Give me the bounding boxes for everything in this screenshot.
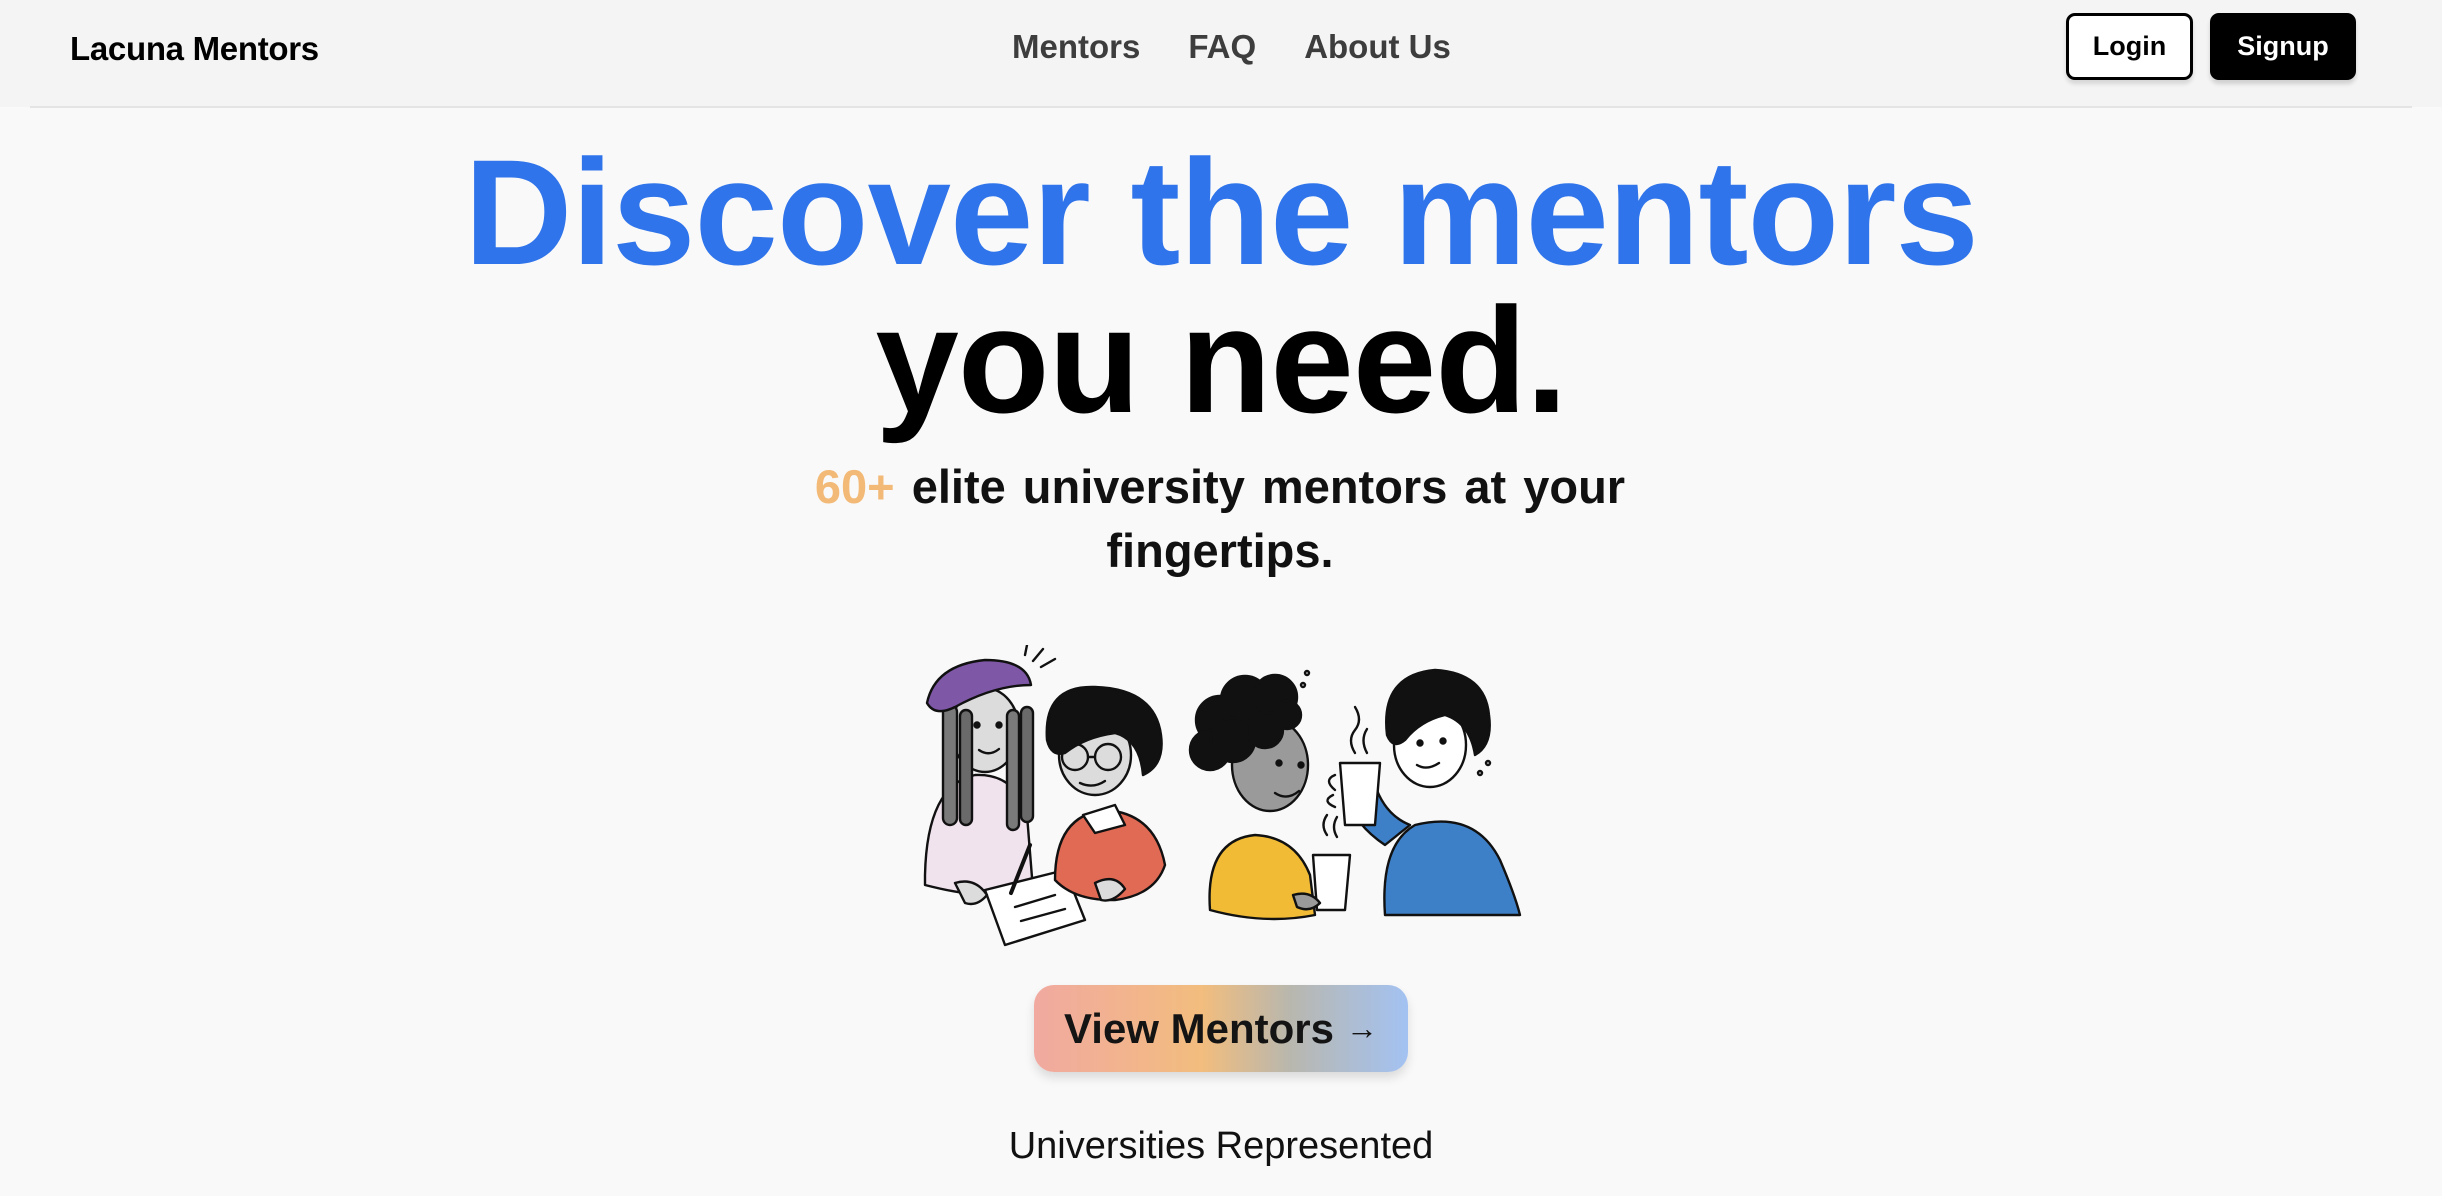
view-mentors-label: View Mentors	[1064, 1004, 1334, 1052]
nav-divider	[30, 106, 2412, 108]
login-button[interactable]: Login	[2066, 13, 2193, 80]
hero-subtitle-text: elite university mentors at your fingert…	[911, 460, 1626, 577]
arrow-right-icon: →	[1345, 1010, 1378, 1046]
universities-heading: Universities Represented	[1008, 1125, 1434, 1167]
hero-headline-line2: you need.	[875, 276, 1567, 444]
nav-link-mentors[interactable]: Mentors	[1012, 28, 1140, 66]
hero-subtitle: 60+ elite university mentors at your fin…	[760, 455, 1680, 583]
people-illustration	[923, 645, 1522, 947]
view-mentors-button[interactable]: View Mentors →	[1034, 985, 1408, 1072]
nav-link-faq[interactable]: FAQ	[1188, 28, 1256, 66]
brand-logo[interactable]: Lacuna Mentors	[70, 30, 319, 68]
signup-button[interactable]: Signup	[2210, 13, 2356, 80]
mentor-count-highlight: 60+	[814, 460, 895, 513]
nav-link-about-us[interactable]: About Us	[1304, 28, 1451, 66]
top-nav: Lacuna Mentors Mentors FAQ About Us Logi…	[0, 0, 2442, 107]
nav-links: Mentors FAQ About Us	[1012, 28, 1451, 66]
hero-headline-line1: Discover the mentors	[464, 128, 1979, 296]
